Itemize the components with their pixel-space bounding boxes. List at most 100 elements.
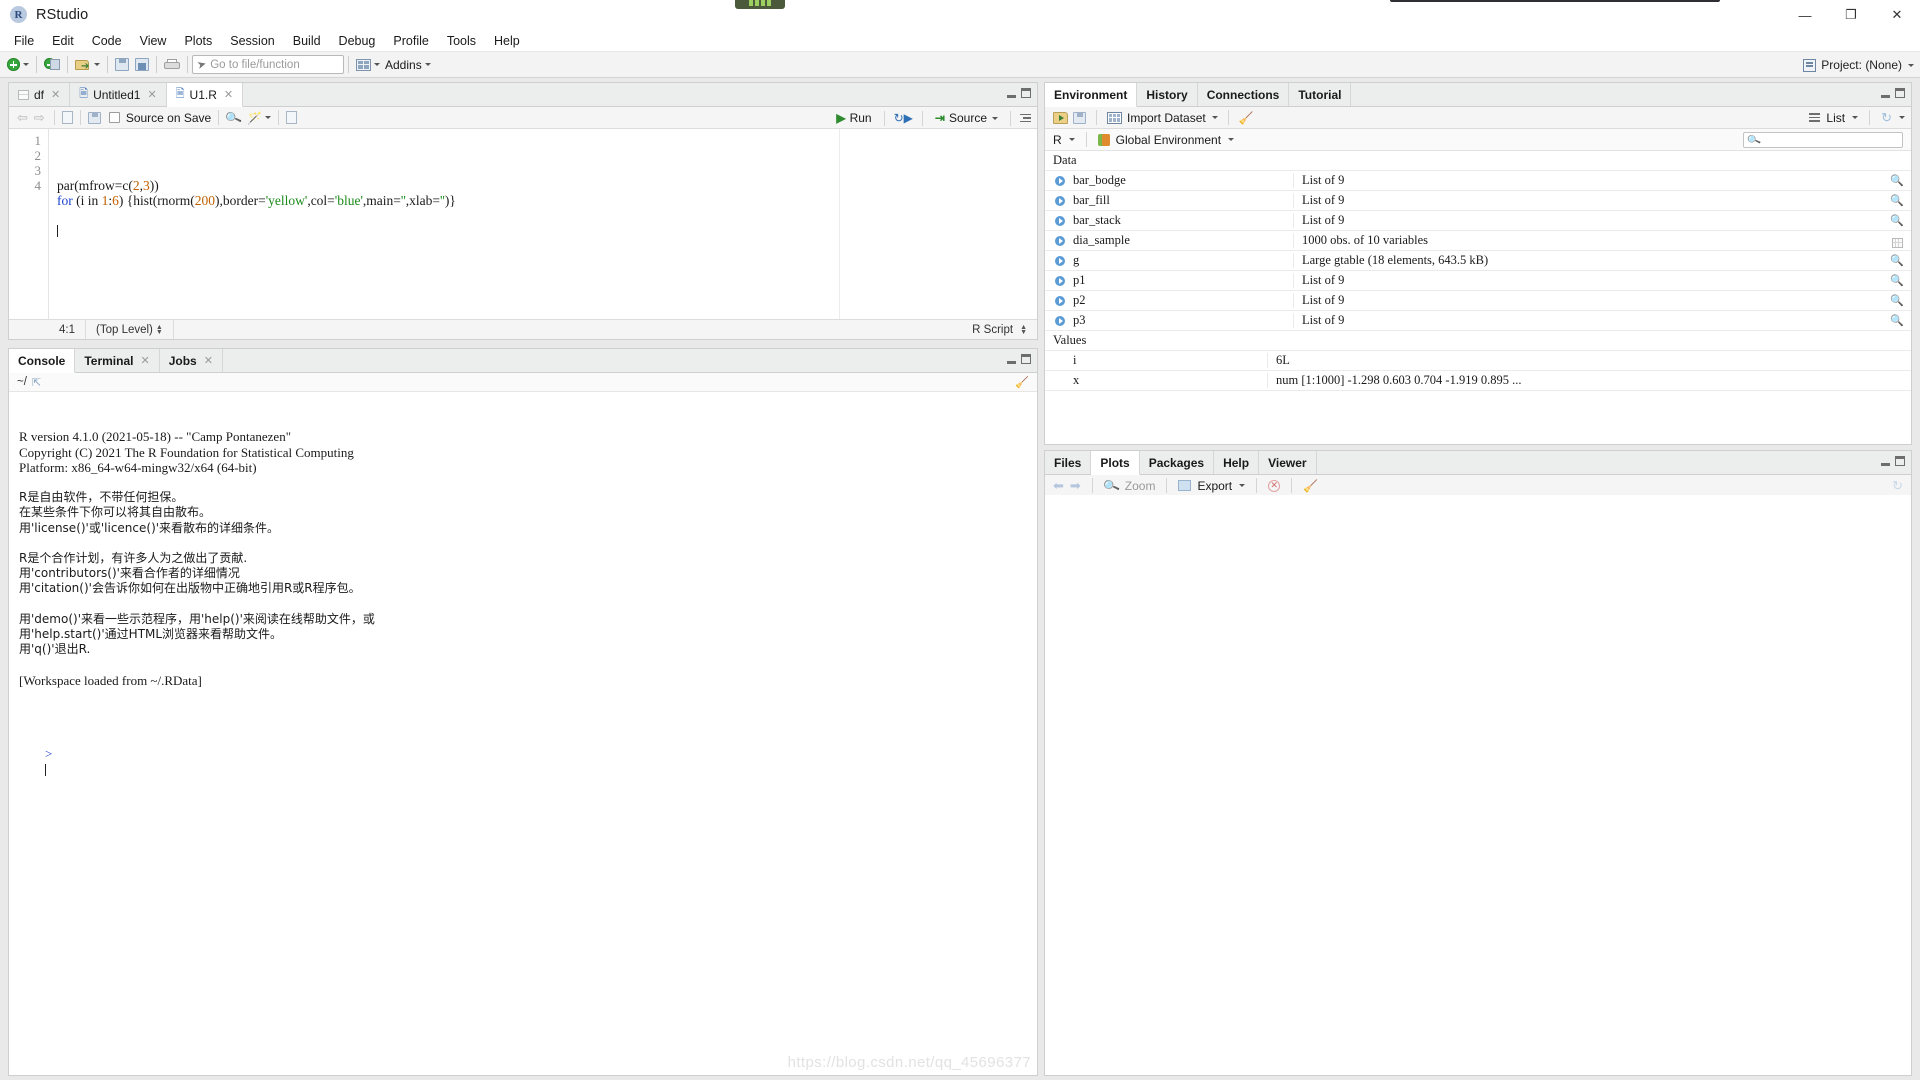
rerun-icon[interactable]: ↻▶ bbox=[894, 111, 913, 125]
search-icon[interactable]: 🔍 bbox=[1883, 254, 1911, 267]
chevron-down-icon[interactable] bbox=[265, 116, 272, 119]
environment-row[interactable]: i 6L bbox=[1045, 351, 1911, 371]
view-mode-label[interactable]: List bbox=[1826, 111, 1845, 125]
save-workspace-icon[interactable] bbox=[1073, 111, 1086, 124]
project-selector[interactable]: Project: (None) bbox=[1803, 52, 1914, 78]
maximize-pane-icon[interactable] bbox=[1895, 88, 1905, 98]
environment-search-input[interactable]: 🔍 bbox=[1743, 132, 1903, 148]
plot-display-area[interactable] bbox=[1045, 495, 1911, 1075]
menu-debug[interactable]: Debug bbox=[330, 32, 385, 50]
console-output[interactable]: R version 4.1.0 (2021-05-18) -- "Camp Po… bbox=[9, 393, 1037, 1075]
remove-plot-icon[interactable]: ✕ bbox=[1268, 479, 1281, 492]
environment-object-list[interactable]: Data bar_bodge List of 9 🔍 bar_fill List of 9… bbox=[1045, 151, 1911, 444]
find-replace-icon[interactable]: 🔍 bbox=[224, 108, 243, 126]
chevron-down-icon[interactable] bbox=[374, 63, 380, 66]
clear-all-plots-icon[interactable]: 🧹 bbox=[1303, 479, 1318, 493]
tab-history[interactable]: History bbox=[1137, 83, 1198, 106]
chevron-down-icon[interactable] bbox=[94, 63, 100, 66]
new-file-button[interactable] bbox=[4, 54, 32, 76]
open-directory-icon[interactable]: ⇱ bbox=[32, 376, 41, 389]
source-tab-untitled1[interactable]: 🗎 Untitled1 ✕ bbox=[70, 83, 167, 106]
arrow-left-icon[interactable]: ⬅ bbox=[1053, 478, 1064, 494]
clear-console-icon[interactable]: 🧹 bbox=[1015, 376, 1029, 389]
language-label[interactable]: R bbox=[1053, 133, 1062, 147]
import-dataset-label[interactable]: Import Dataset bbox=[1127, 111, 1206, 125]
menu-edit[interactable]: Edit bbox=[43, 32, 83, 50]
chevron-down-icon[interactable] bbox=[1239, 484, 1246, 487]
environment-row[interactable]: p3 List of 9 🔍 bbox=[1045, 311, 1911, 331]
save-button[interactable] bbox=[112, 54, 132, 76]
chevron-down-icon[interactable] bbox=[1228, 138, 1235, 141]
tab-tutorial[interactable]: Tutorial bbox=[1289, 83, 1352, 106]
expand-object-icon[interactable] bbox=[1055, 215, 1065, 226]
menu-tools[interactable]: Tools bbox=[438, 32, 485, 50]
expand-object-icon[interactable] bbox=[1055, 295, 1065, 306]
source-button[interactable]: ⇥ Source bbox=[932, 111, 1001, 125]
environment-selector-label[interactable]: Global Environment bbox=[1116, 133, 1221, 147]
menu-build[interactable]: Build bbox=[284, 32, 330, 50]
maximize-button[interactable]: ❐ bbox=[1828, 0, 1874, 30]
minimize-pane-icon[interactable] bbox=[1007, 361, 1016, 364]
environment-row[interactable]: g Large gtable (18 elements, 643.5 kB) 🔍 bbox=[1045, 251, 1911, 271]
chevron-down-icon[interactable] bbox=[424, 63, 431, 66]
clear-workspace-icon[interactable]: 🧹 bbox=[1239, 111, 1254, 125]
tab-help[interactable]: Help bbox=[1214, 451, 1260, 474]
refresh-icon[interactable]: ↻ bbox=[1892, 478, 1903, 494]
menu-plots[interactable]: Plots bbox=[175, 32, 221, 50]
menu-view[interactable]: View bbox=[131, 32, 176, 50]
compile-report-icon[interactable] bbox=[286, 111, 298, 124]
close-icon[interactable]: ✕ bbox=[51, 88, 60, 101]
tab-environment[interactable]: Environment bbox=[1045, 83, 1138, 107]
code-text-area[interactable]: par(mfrow=c(2,3)) for (i in 1:6) {hist(rn… bbox=[49, 129, 1037, 319]
close-icon[interactable]: ✕ bbox=[204, 354, 213, 367]
save-icon[interactable] bbox=[87, 111, 101, 124]
maximize-pane-icon[interactable] bbox=[1021, 354, 1031, 364]
expand-object-icon[interactable] bbox=[1055, 195, 1065, 206]
export-label[interactable]: Export bbox=[1197, 479, 1232, 493]
addins-button[interactable]: Addins bbox=[353, 54, 434, 76]
close-icon[interactable]: ✕ bbox=[224, 88, 233, 101]
search-icon[interactable]: 🔍 bbox=[1883, 194, 1911, 207]
show-in-new-window-icon[interactable] bbox=[61, 111, 73, 124]
environment-row[interactable]: p1 List of 9 🔍 bbox=[1045, 271, 1911, 291]
source-tab-u1r[interactable]: 🗎 U1.R ✕ bbox=[166, 83, 244, 107]
tab-packages[interactable]: Packages bbox=[1139, 451, 1215, 474]
run-button[interactable]: ▶ Run bbox=[833, 111, 874, 125]
minimize-button[interactable]: — bbox=[1782, 0, 1828, 30]
expand-object-icon[interactable] bbox=[1055, 315, 1065, 326]
chevron-down-icon[interactable] bbox=[1068, 138, 1075, 141]
open-file-button[interactable]: ➔ bbox=[72, 54, 103, 76]
refresh-icon[interactable]: ↻ bbox=[1881, 110, 1892, 126]
zoom-label[interactable]: Zoom bbox=[1125, 479, 1156, 493]
arrow-right-icon[interactable]: ➡ bbox=[1070, 478, 1081, 494]
minimize-pane-icon[interactable] bbox=[1881, 463, 1890, 466]
chevron-down-icon[interactable] bbox=[1908, 63, 1914, 67]
print-button[interactable] bbox=[161, 54, 183, 76]
tab-viewer[interactable]: Viewer bbox=[1259, 451, 1317, 474]
forward-icon[interactable]: ⇨ bbox=[32, 110, 47, 126]
chevron-down-icon[interactable] bbox=[992, 116, 998, 120]
code-scope-selector[interactable]: (Top Level) ▲ ▼ bbox=[86, 320, 174, 339]
load-workspace-icon[interactable] bbox=[1053, 111, 1068, 124]
chevron-down-icon[interactable] bbox=[1211, 116, 1218, 119]
search-icon[interactable]: 🔍 bbox=[1883, 174, 1911, 187]
menu-file[interactable]: File bbox=[5, 32, 43, 50]
document-outline-icon[interactable] bbox=[1020, 113, 1031, 123]
search-icon[interactable]: 🔍 bbox=[1883, 294, 1911, 307]
expand-object-icon[interactable] bbox=[1055, 255, 1065, 266]
close-button[interactable]: ✕ bbox=[1874, 0, 1920, 30]
code-editor[interactable]: 1 2 3 4 par(mfrow=c(2,3)) for (i in 1:6) … bbox=[9, 129, 1037, 319]
expand-object-icon[interactable] bbox=[1055, 235, 1065, 246]
new-project-button[interactable] bbox=[41, 54, 63, 76]
close-icon[interactable]: ✕ bbox=[140, 354, 149, 367]
back-icon[interactable]: ⇦ bbox=[15, 110, 30, 126]
menu-help[interactable]: Help bbox=[485, 32, 529, 50]
environment-row[interactable]: bar_bodge List of 9 🔍 bbox=[1045, 171, 1911, 191]
goto-file-function-input[interactable]: ➤ Go to file/function bbox=[192, 55, 344, 74]
close-icon[interactable]: ✕ bbox=[147, 88, 156, 101]
expand-object-icon[interactable] bbox=[1055, 275, 1065, 286]
save-all-button[interactable] bbox=[132, 54, 152, 76]
search-icon[interactable]: 🔍 bbox=[1883, 314, 1911, 327]
maximize-pane-icon[interactable] bbox=[1895, 456, 1905, 466]
environment-row[interactable]: bar_fill List of 9 🔍 bbox=[1045, 191, 1911, 211]
